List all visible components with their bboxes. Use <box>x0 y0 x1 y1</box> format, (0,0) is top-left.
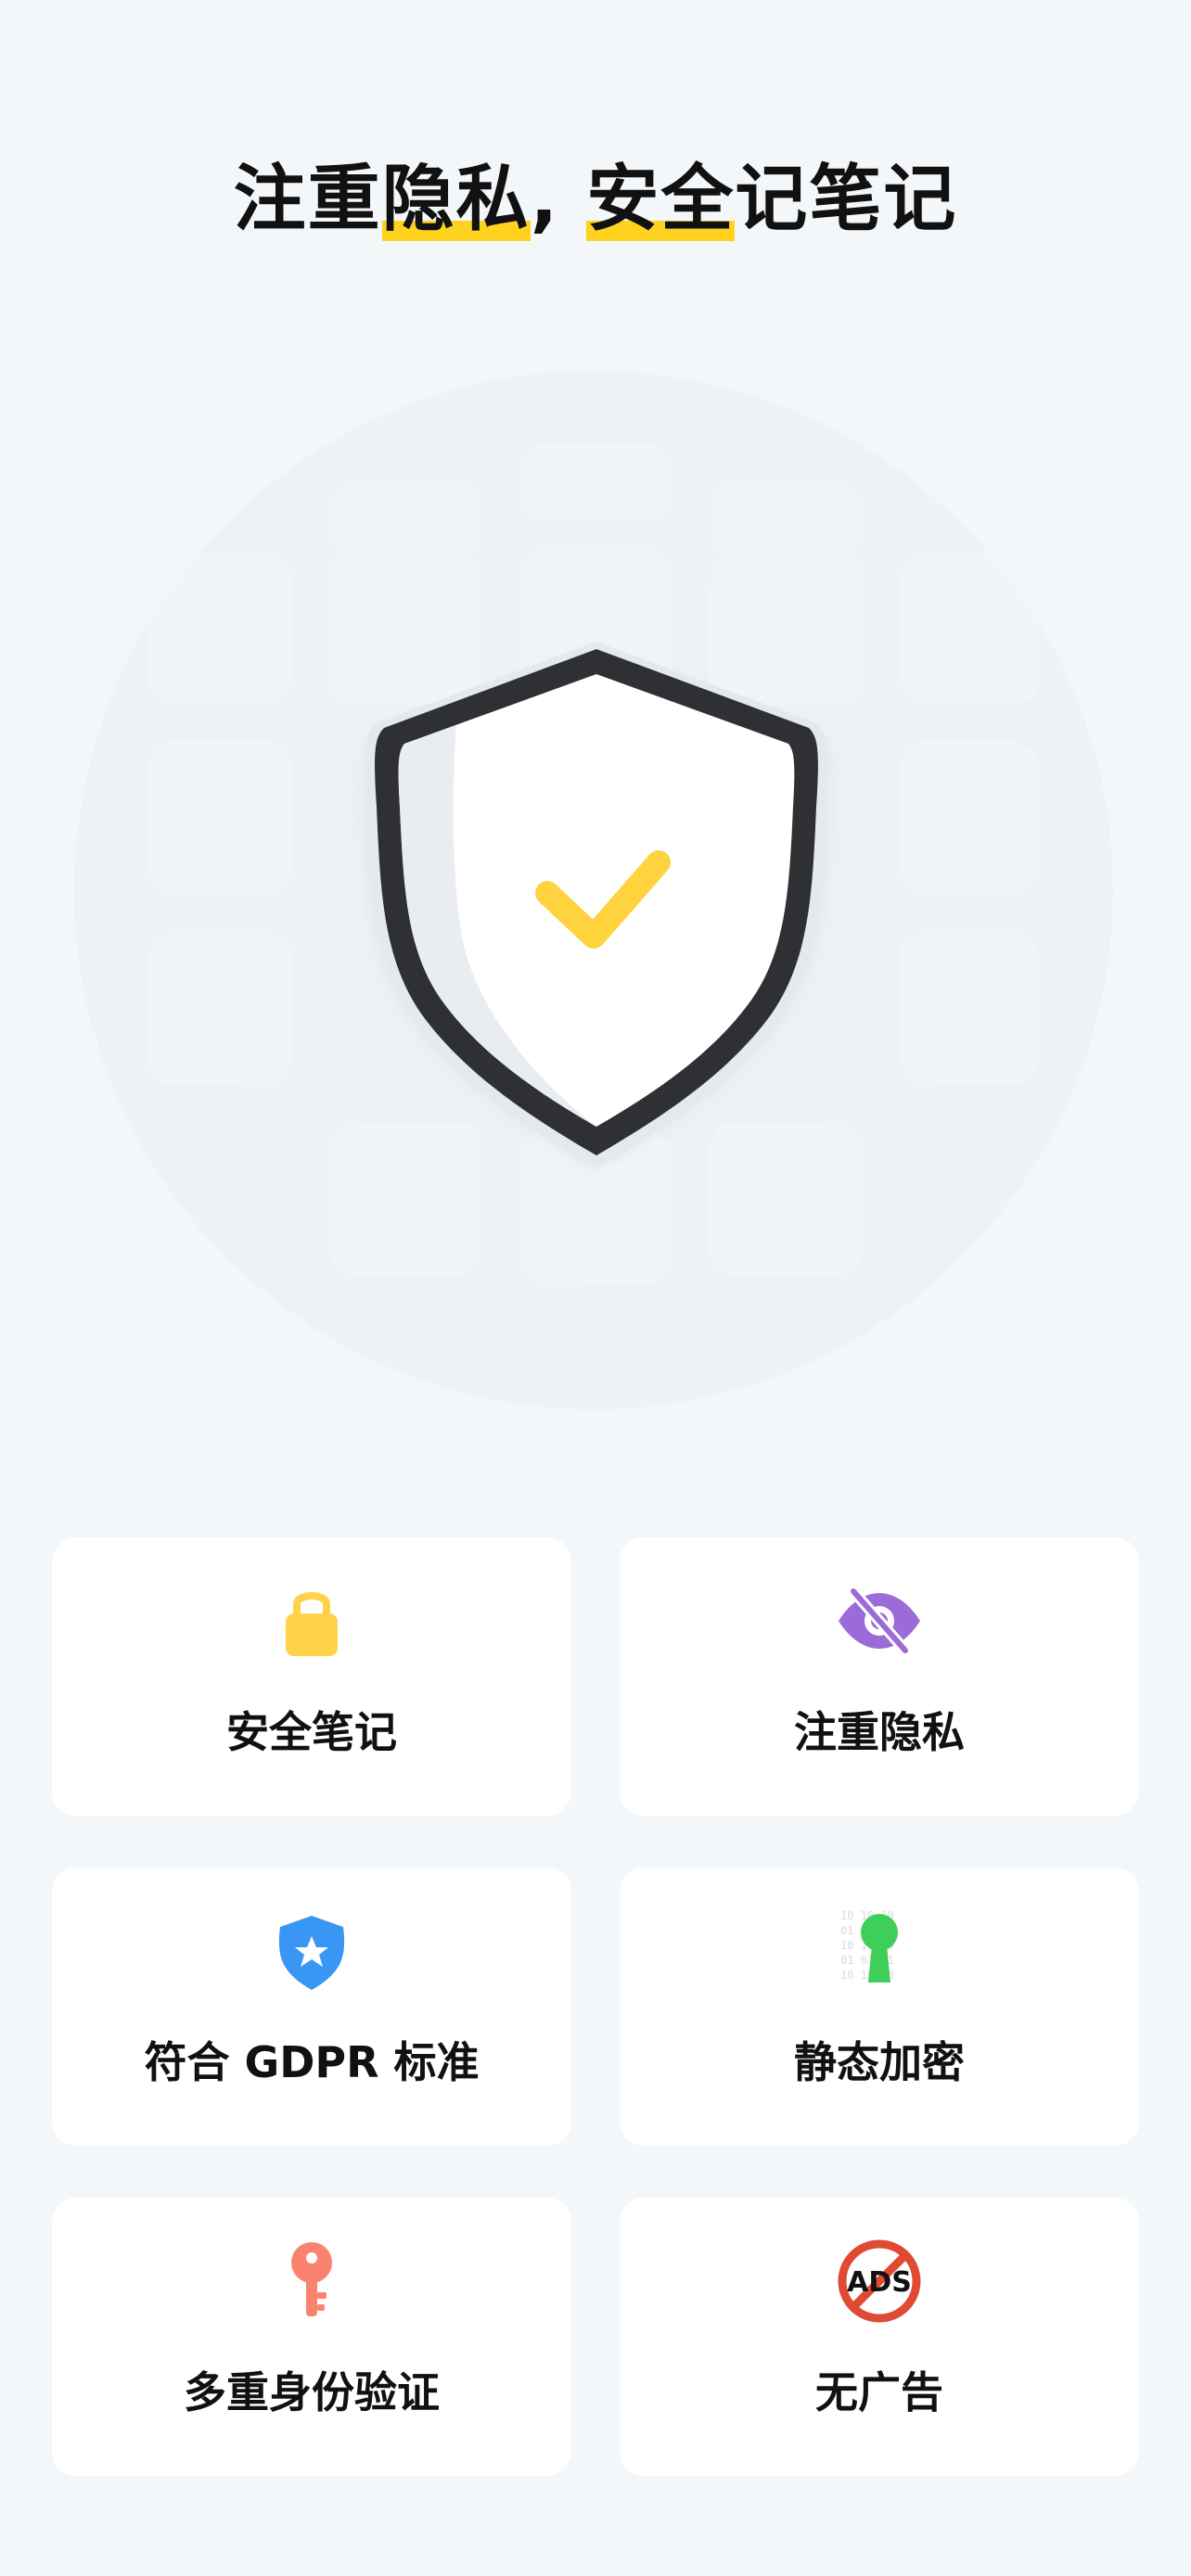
eye-slash-icon <box>833 1575 926 1667</box>
title-highlight-privacy: 隐私 <box>381 158 531 241</box>
title-part: , <box>530 158 587 241</box>
feature-card-encryption: 10 10 10 01 01 01 10 10 10 01 01 01 10 1… <box>620 1868 1139 2146</box>
page-title: 注重隐私, 安全记笔记 <box>0 148 1191 250</box>
feature-label: 符合 GDPR 标准 <box>144 2037 480 2087</box>
title-part: 记笔记 <box>735 158 958 241</box>
feature-card-no-ads: ADS 无广告 <box>620 2198 1139 2476</box>
feature-card-secure-notes: 安全笔记 <box>52 1537 571 1816</box>
shield-check-icon <box>74 371 1113 1409</box>
feature-label: 多重身份验证 <box>184 2367 440 2417</box>
feature-label: 安全笔记 <box>226 1707 397 1757</box>
no-ads-icon: ADS <box>833 2235 926 2327</box>
keyhole-binary-icon: 10 10 10 01 01 01 10 10 10 01 01 01 10 1… <box>833 1905 926 1997</box>
feature-label: 静态加密 <box>794 2037 965 2087</box>
feature-card-mfa: 多重身份验证 <box>52 2198 571 2476</box>
lock-icon <box>265 1575 358 1667</box>
feature-label: 注重隐私 <box>794 1707 965 1757</box>
feature-card-gdpr: 符合 GDPR 标准 <box>52 1868 571 2146</box>
shield-star-icon <box>265 1905 358 1997</box>
hero-illustration <box>74 371 1113 1409</box>
title-part: 注重 <box>233 158 382 241</box>
title-highlight-secure: 安全 <box>586 158 736 241</box>
key-icon <box>265 2235 358 2327</box>
no-ads-text: ADS <box>847 2266 912 2299</box>
feature-label: 无广告 <box>815 2367 943 2417</box>
feature-card-privacy: 注重隐私 <box>620 1537 1139 1816</box>
